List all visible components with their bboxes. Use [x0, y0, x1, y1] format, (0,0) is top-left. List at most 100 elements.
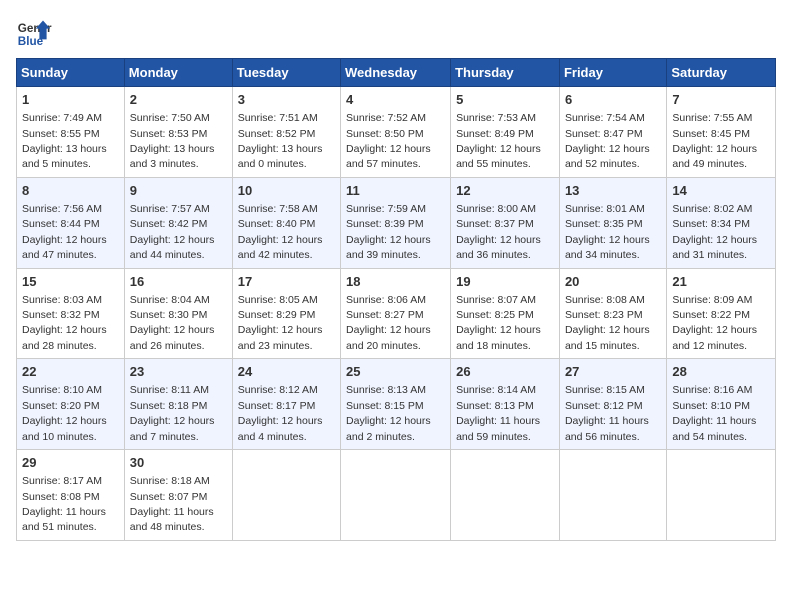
day-info: Sunrise: 7:59 AMSunset: 8:39 PMDaylight:… [346, 203, 431, 261]
day-number: 15 [22, 273, 119, 291]
day-info: Sunrise: 7:57 AMSunset: 8:42 PMDaylight:… [130, 203, 215, 261]
svg-text:General: General [18, 22, 52, 35]
calendar-cell: 10 Sunrise: 7:58 AMSunset: 8:40 PMDaylig… [232, 177, 340, 268]
day-info: Sunrise: 8:14 AMSunset: 8:13 PMDaylight:… [456, 384, 540, 442]
day-info: Sunrise: 8:08 AMSunset: 8:23 PMDaylight:… [565, 294, 650, 352]
day-number: 1 [22, 91, 119, 109]
calendar-cell: 25 Sunrise: 8:13 AMSunset: 8:15 PMDaylig… [341, 359, 451, 450]
day-number: 22 [22, 363, 119, 381]
calendar-cell: 16 Sunrise: 8:04 AMSunset: 8:30 PMDaylig… [124, 268, 232, 359]
calendar-cell [341, 450, 451, 541]
calendar-cell: 21 Sunrise: 8:09 AMSunset: 8:22 PMDaylig… [667, 268, 776, 359]
week-row-2: 8 Sunrise: 7:56 AMSunset: 8:44 PMDayligh… [17, 177, 776, 268]
day-number: 11 [346, 182, 445, 200]
day-info: Sunrise: 8:07 AMSunset: 8:25 PMDaylight:… [456, 294, 541, 352]
page-header: General Blue [16, 16, 776, 52]
day-number: 20 [565, 273, 661, 291]
day-number: 6 [565, 91, 661, 109]
day-info: Sunrise: 8:06 AMSunset: 8:27 PMDaylight:… [346, 294, 431, 352]
header-tuesday: Tuesday [232, 59, 340, 87]
calendar-cell: 27 Sunrise: 8:15 AMSunset: 8:12 PMDaylig… [559, 359, 666, 450]
day-info: Sunrise: 8:03 AMSunset: 8:32 PMDaylight:… [22, 294, 107, 352]
day-number: 12 [456, 182, 554, 200]
logo: General Blue [16, 16, 52, 52]
day-number: 18 [346, 273, 445, 291]
day-info: Sunrise: 7:51 AMSunset: 8:52 PMDaylight:… [238, 112, 323, 170]
calendar-cell: 3 Sunrise: 7:51 AMSunset: 8:52 PMDayligh… [232, 87, 340, 178]
week-row-1: 1 Sunrise: 7:49 AMSunset: 8:55 PMDayligh… [17, 87, 776, 178]
logo-icon: General Blue [16, 16, 52, 52]
calendar-cell: 11 Sunrise: 7:59 AMSunset: 8:39 PMDaylig… [341, 177, 451, 268]
calendar-cell: 7 Sunrise: 7:55 AMSunset: 8:45 PMDayligh… [667, 87, 776, 178]
day-info: Sunrise: 8:17 AMSunset: 8:08 PMDaylight:… [22, 475, 106, 533]
day-number: 30 [130, 454, 227, 472]
day-info: Sunrise: 8:10 AMSunset: 8:20 PMDaylight:… [22, 384, 107, 442]
day-number: 25 [346, 363, 445, 381]
calendar-cell: 13 Sunrise: 8:01 AMSunset: 8:35 PMDaylig… [559, 177, 666, 268]
calendar-cell [232, 450, 340, 541]
day-info: Sunrise: 8:12 AMSunset: 8:17 PMDaylight:… [238, 384, 323, 442]
day-info: Sunrise: 8:09 AMSunset: 8:22 PMDaylight:… [672, 294, 757, 352]
day-number: 2 [130, 91, 227, 109]
calendar-cell [559, 450, 666, 541]
day-info: Sunrise: 8:13 AMSunset: 8:15 PMDaylight:… [346, 384, 431, 442]
day-number: 10 [238, 182, 335, 200]
calendar-cell: 14 Sunrise: 8:02 AMSunset: 8:34 PMDaylig… [667, 177, 776, 268]
day-info: Sunrise: 8:15 AMSunset: 8:12 PMDaylight:… [565, 384, 649, 442]
calendar-cell: 4 Sunrise: 7:52 AMSunset: 8:50 PMDayligh… [341, 87, 451, 178]
day-number: 28 [672, 363, 770, 381]
calendar-cell: 22 Sunrise: 8:10 AMSunset: 8:20 PMDaylig… [17, 359, 125, 450]
calendar-cell [451, 450, 560, 541]
calendar-cell: 28 Sunrise: 8:16 AMSunset: 8:10 PMDaylig… [667, 359, 776, 450]
calendar-cell: 30 Sunrise: 8:18 AMSunset: 8:07 PMDaylig… [124, 450, 232, 541]
day-number: 23 [130, 363, 227, 381]
calendar-table: SundayMondayTuesdayWednesdayThursdayFrid… [16, 58, 776, 541]
day-number: 27 [565, 363, 661, 381]
day-number: 3 [238, 91, 335, 109]
day-number: 21 [672, 273, 770, 291]
day-info: Sunrise: 7:52 AMSunset: 8:50 PMDaylight:… [346, 112, 431, 170]
calendar-cell: 20 Sunrise: 8:08 AMSunset: 8:23 PMDaylig… [559, 268, 666, 359]
week-row-3: 15 Sunrise: 8:03 AMSunset: 8:32 PMDaylig… [17, 268, 776, 359]
day-number: 26 [456, 363, 554, 381]
day-info: Sunrise: 7:49 AMSunset: 8:55 PMDaylight:… [22, 112, 107, 170]
day-info: Sunrise: 7:53 AMSunset: 8:49 PMDaylight:… [456, 112, 541, 170]
day-info: Sunrise: 8:00 AMSunset: 8:37 PMDaylight:… [456, 203, 541, 261]
calendar-cell: 12 Sunrise: 8:00 AMSunset: 8:37 PMDaylig… [451, 177, 560, 268]
day-info: Sunrise: 8:16 AMSunset: 8:10 PMDaylight:… [672, 384, 756, 442]
day-number: 8 [22, 182, 119, 200]
day-number: 7 [672, 91, 770, 109]
day-number: 5 [456, 91, 554, 109]
day-number: 29 [22, 454, 119, 472]
calendar-cell: 17 Sunrise: 8:05 AMSunset: 8:29 PMDaylig… [232, 268, 340, 359]
day-number: 19 [456, 273, 554, 291]
day-number: 16 [130, 273, 227, 291]
day-info: Sunrise: 7:58 AMSunset: 8:40 PMDaylight:… [238, 203, 323, 261]
calendar-cell: 6 Sunrise: 7:54 AMSunset: 8:47 PMDayligh… [559, 87, 666, 178]
day-number: 13 [565, 182, 661, 200]
calendar-cell: 2 Sunrise: 7:50 AMSunset: 8:53 PMDayligh… [124, 87, 232, 178]
calendar-cell: 5 Sunrise: 7:53 AMSunset: 8:49 PMDayligh… [451, 87, 560, 178]
calendar-cell: 9 Sunrise: 7:57 AMSunset: 8:42 PMDayligh… [124, 177, 232, 268]
day-number: 17 [238, 273, 335, 291]
header-monday: Monday [124, 59, 232, 87]
week-row-5: 29 Sunrise: 8:17 AMSunset: 8:08 PMDaylig… [17, 450, 776, 541]
calendar-cell: 15 Sunrise: 8:03 AMSunset: 8:32 PMDaylig… [17, 268, 125, 359]
calendar-cell: 26 Sunrise: 8:14 AMSunset: 8:13 PMDaylig… [451, 359, 560, 450]
header-sunday: Sunday [17, 59, 125, 87]
header-thursday: Thursday [451, 59, 560, 87]
header-wednesday: Wednesday [341, 59, 451, 87]
day-info: Sunrise: 7:56 AMSunset: 8:44 PMDaylight:… [22, 203, 107, 261]
calendar-cell: 24 Sunrise: 8:12 AMSunset: 8:17 PMDaylig… [232, 359, 340, 450]
calendar-cell: 29 Sunrise: 8:17 AMSunset: 8:08 PMDaylig… [17, 450, 125, 541]
header-saturday: Saturday [667, 59, 776, 87]
calendar-cell: 23 Sunrise: 8:11 AMSunset: 8:18 PMDaylig… [124, 359, 232, 450]
day-info: Sunrise: 8:02 AMSunset: 8:34 PMDaylight:… [672, 203, 757, 261]
day-number: 4 [346, 91, 445, 109]
calendar-cell: 19 Sunrise: 8:07 AMSunset: 8:25 PMDaylig… [451, 268, 560, 359]
day-info: Sunrise: 8:04 AMSunset: 8:30 PMDaylight:… [130, 294, 215, 352]
day-info: Sunrise: 7:54 AMSunset: 8:47 PMDaylight:… [565, 112, 650, 170]
day-number: 24 [238, 363, 335, 381]
day-info: Sunrise: 8:01 AMSunset: 8:35 PMDaylight:… [565, 203, 650, 261]
day-info: Sunrise: 8:05 AMSunset: 8:29 PMDaylight:… [238, 294, 323, 352]
